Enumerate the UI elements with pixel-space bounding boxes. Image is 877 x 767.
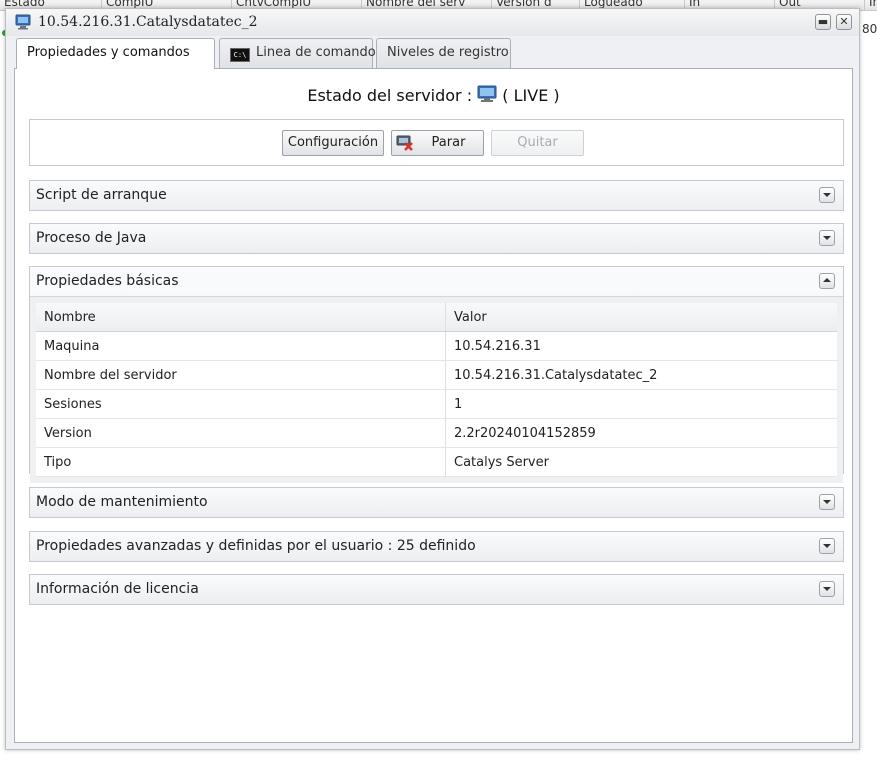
property-name: Maquina: [36, 331, 446, 361]
section-title: Información de licencia: [36, 581, 199, 597]
stop-button-label: Parar: [431, 135, 466, 150]
quit-button[interactable]: Quitar: [491, 130, 584, 156]
stop-button[interactable]: Parar: [391, 130, 484, 156]
tab-label: Niveles de registro: [387, 45, 509, 60]
monitor-icon: [477, 85, 497, 102]
tab-properties-commands[interactable]: Propiedades y comandos: [16, 38, 215, 69]
expand-chevron-icon[interactable]: [819, 187, 835, 203]
column-header-name[interactable]: Nombre: [36, 303, 446, 332]
tab-label: Linea de comando: [256, 45, 376, 60]
section-basic-properties: Propiedades básicas Nombre Valor Maquina: [29, 266, 844, 483]
tab-log-levels[interactable]: Niveles de registro: [376, 38, 511, 68]
expand-chevron-icon[interactable]: [819, 494, 835, 510]
section-header[interactable]: Modo de mantenimiento: [30, 488, 843, 517]
terminal-icon: C:\: [230, 48, 250, 62]
monitor-icon: [15, 14, 31, 30]
title-bar[interactable]: 10.54.216.31.Catalysdatatec_2 ▬ ✕: [6, 9, 859, 36]
section-advanced-properties[interactable]: Propiedades avanzadas y definidas por el…: [29, 531, 844, 562]
server-status-value: ( LIVE ): [502, 86, 560, 105]
section-header[interactable]: Propiedades avanzadas y definidas por el…: [30, 532, 843, 561]
column-header-value[interactable]: Valor: [445, 303, 837, 332]
minimize-button[interactable]: ▬: [815, 14, 831, 30]
properties-table: Nombre Valor Maquina 10.54.216.31 Nombre…: [36, 303, 837, 477]
properties-table-container: Nombre Valor Maquina 10.54.216.31 Nombre…: [30, 296, 843, 483]
property-value: Catalys Server: [445, 447, 837, 477]
section-license-info[interactable]: Información de licencia: [29, 574, 844, 605]
section-header[interactable]: Propiedades básicas: [30, 267, 843, 296]
tab-label: Propiedades y comandos: [27, 45, 190, 60]
server-status-label: Estado del servidor :: [307, 86, 473, 105]
tab-bar: Propiedades y comandos C:\ Linea de coman…: [14, 38, 853, 69]
section-title: Propiedades básicas: [36, 273, 179, 289]
table-row[interactable]: Maquina 10.54.216.31: [36, 331, 837, 361]
section-startup-script[interactable]: Script de arranque: [29, 180, 844, 211]
table-row[interactable]: Sesiones 1: [36, 389, 837, 419]
section-header[interactable]: Información de licencia: [30, 575, 843, 604]
table-header-row: Nombre Valor: [36, 303, 837, 332]
properties-panel: Estado del servidor : ( LIVE ) Configura…: [14, 68, 853, 743]
section-title: Propiedades avanzadas y definidas por el…: [36, 538, 476, 554]
property-name: Tipo: [36, 447, 446, 477]
server-dialog: 10.54.216.31.Catalysdatatec_2 ▬ ✕ Propie…: [5, 8, 860, 750]
property-value: 10.54.216.31.Catalysdatatec_2: [445, 360, 837, 390]
configuration-button[interactable]: Configuración: [282, 130, 384, 156]
section-title: Script de arranque: [36, 187, 167, 203]
section-header[interactable]: Script de arranque: [30, 181, 843, 210]
section-title: Modo de mantenimiento: [36, 494, 208, 510]
server-status: Estado del servidor : ( LIVE ): [15, 85, 852, 105]
section-maintenance-mode[interactable]: Modo de mantenimiento: [29, 487, 844, 518]
table-row[interactable]: Tipo Catalys Server: [36, 447, 837, 477]
expand-chevron-icon[interactable]: [819, 538, 835, 554]
server-actions: Configuración Parar Quitar: [29, 119, 844, 166]
bg-column-header[interactable]: Ir: [865, 0, 877, 10]
expand-chevron-icon[interactable]: [819, 230, 835, 246]
close-button[interactable]: ✕: [836, 14, 852, 30]
property-name: Sesiones: [36, 389, 446, 419]
property-value: 2.2r20240104152859: [445, 418, 837, 448]
property-name: Nombre del servidor: [36, 360, 446, 390]
tab-command-line[interactable]: C:\ Linea de comando: [219, 38, 376, 68]
property-name: Version: [36, 418, 446, 448]
property-value: 10.54.216.31: [445, 331, 837, 361]
table-row[interactable]: Version 2.2r20240104152859: [36, 418, 837, 448]
expand-chevron-icon[interactable]: [819, 581, 835, 597]
property-value: 1: [445, 389, 837, 419]
section-java-process[interactable]: Proceso de Java: [29, 223, 844, 254]
section-header[interactable]: Proceso de Java: [30, 224, 843, 253]
collapse-chevron-icon[interactable]: [819, 273, 835, 289]
stop-server-icon: [396, 135, 413, 151]
window-title: 10.54.216.31.Catalysdatatec_2: [38, 14, 258, 30]
table-row[interactable]: Nombre del servidor 10.54.216.31.Catalys…: [36, 360, 837, 390]
section-title: Proceso de Java: [36, 230, 147, 246]
bg-row-value: 80: [862, 22, 877, 36]
